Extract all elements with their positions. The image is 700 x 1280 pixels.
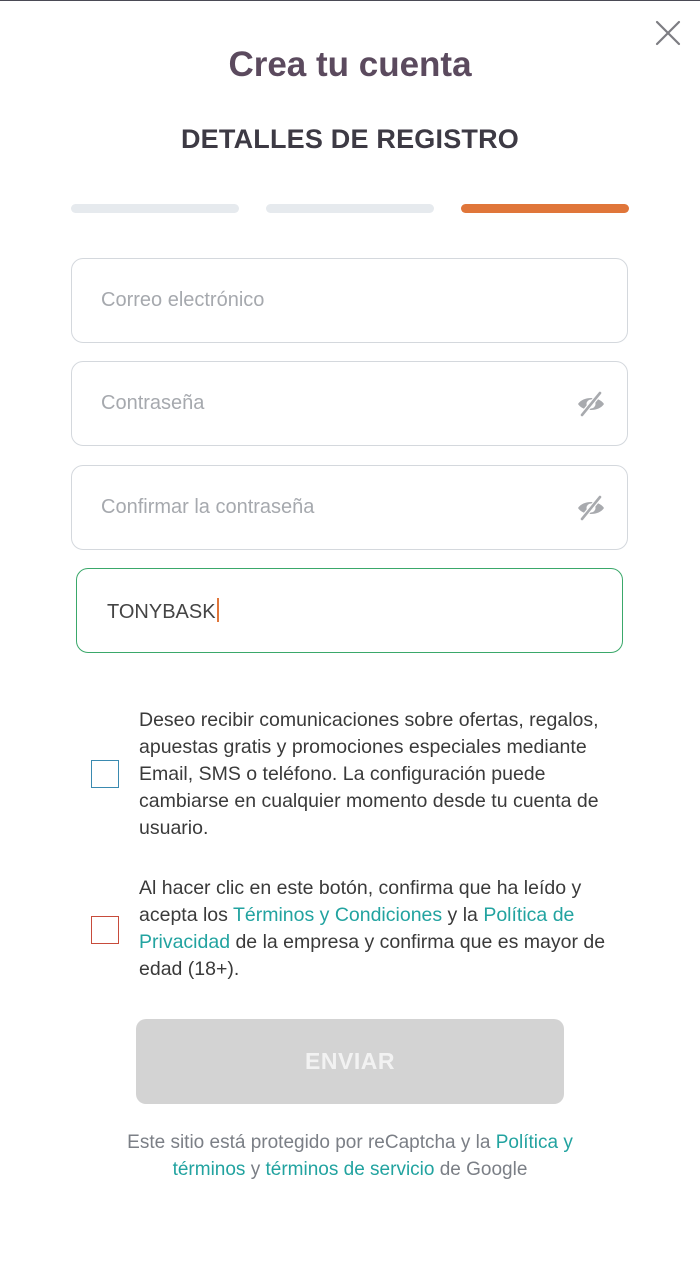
confirm-password-field[interactable] [71, 465, 628, 550]
terms-text-2: y la [442, 904, 484, 926]
text-cursor [216, 598, 219, 622]
section-subtitle: DETALLES DE REGISTRO [180, 124, 520, 154]
eye-slash-icon[interactable] [575, 494, 607, 522]
password-input[interactable] [101, 362, 561, 445]
marketing-consent-checkbox[interactable] [91, 760, 119, 788]
progress-step-1 [71, 204, 239, 213]
footer-text-1: Este sitio está protegido por reCaptcha … [127, 1132, 496, 1153]
recaptcha-notice: Este sitio está protegido por reCaptcha … [100, 1129, 600, 1183]
eye-slash-icon[interactable] [575, 390, 607, 418]
email-field[interactable] [71, 258, 628, 343]
submit-button[interactable]: ENVIAR [136, 1019, 564, 1104]
terms-consent-label: Al hacer clic en este botón, confirma qu… [139, 875, 609, 983]
email-input[interactable] [101, 259, 561, 342]
promo-code-field[interactable]: TONYBASK [76, 568, 623, 653]
terms-consent-checkbox[interactable] [91, 916, 119, 944]
progress-step-2 [266, 204, 434, 213]
password-field[interactable] [71, 361, 628, 446]
footer-text-2: y [245, 1159, 266, 1180]
terms-of-service-link[interactable]: términos de servicio [266, 1159, 435, 1180]
progress-step-3-active [461, 204, 629, 213]
promo-code-value: TONYBASK [107, 601, 216, 623]
confirm-password-input[interactable] [101, 466, 561, 549]
footer-text-3: de Google [434, 1159, 528, 1180]
terms-and-conditions-link[interactable]: Términos y Condiciones [233, 904, 442, 926]
promo-code-input[interactable]: TONYBASK [107, 598, 219, 624]
page-title: Crea tu cuenta [228, 45, 472, 84]
marketing-consent-label: Deseo recibir comunicaciones sobre ofert… [139, 709, 599, 839]
